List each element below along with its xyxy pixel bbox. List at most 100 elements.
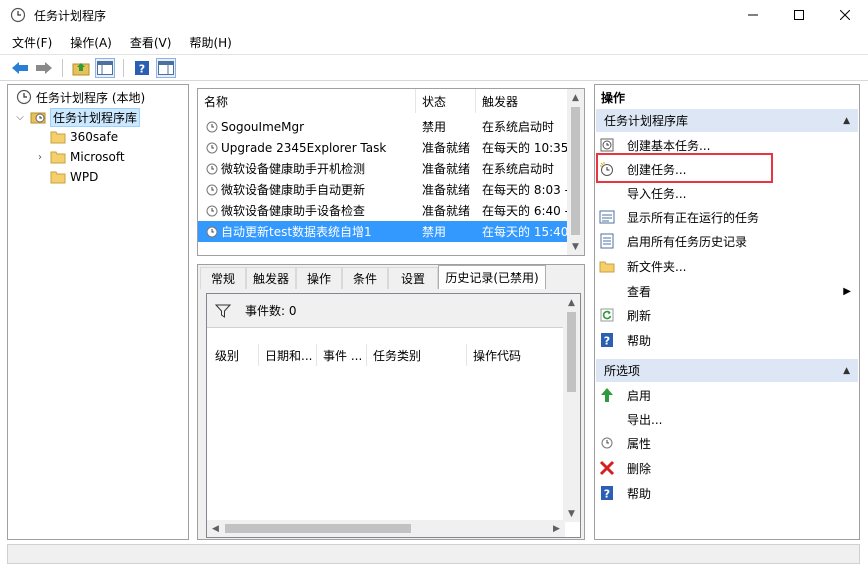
menu-help[interactable]: 帮助(H) — [177, 34, 237, 51]
scrollbar-thumb[interactable] — [225, 524, 411, 533]
task-list: 名称 状态 触发器 SogouImeMgr 禁用 在系统启动时 Upgrade … — [197, 88, 585, 256]
action-label: 查看 — [627, 284, 652, 299]
properties-clock-icon — [599, 435, 615, 451]
task-row[interactable]: 微软设备健康助手开机检测 准备就绪 在系统启动时 — [198, 158, 568, 179]
task-row[interactable]: 微软设备健康助手设备检查 准备就绪 在每天的 6:40 - — [198, 200, 568, 221]
section-title: 所选项 — [604, 364, 641, 378]
action-label: 启用所有任务历史记录 — [627, 234, 748, 249]
task-clock-icon — [206, 142, 218, 153]
tree-node-library[interactable]: ⌵ 任务计划程序库 — [14, 107, 141, 127]
scrollbar-thumb[interactable] — [571, 107, 580, 235]
task-status: 准备就绪 — [422, 141, 471, 155]
column-header-trigger[interactable]: 触发器 — [476, 89, 568, 113]
tree-node-360safe[interactable]: 360safe — [34, 127, 118, 147]
task-status: 禁用 — [422, 120, 447, 134]
tab-general[interactable]: 常规 — [200, 267, 246, 289]
history-column-event[interactable]: 事件 ... — [317, 344, 367, 366]
action-enable-history[interactable]: 启用所有任务历史记录 — [599, 230, 855, 252]
minimize-button[interactable] — [730, 0, 776, 30]
history-column-level[interactable]: 级别 — [209, 344, 259, 366]
tab-history[interactable]: 历史记录(已禁用) — [438, 265, 546, 289]
chevron-right-icon[interactable]: › — [34, 152, 46, 163]
collapse-up-icon[interactable]: ▲ — [843, 366, 850, 376]
scroll-right-icon[interactable]: ▶ — [548, 520, 565, 537]
history-log-icon — [599, 233, 615, 249]
task-row[interactable]: SogouImeMgr 禁用 在系统启动时 — [198, 116, 568, 137]
up-folder-button[interactable] — [71, 58, 91, 78]
task-name: 自动更新test数据表统自增1 — [221, 225, 372, 239]
action-label: 显示所有正在运行的任务 — [627, 210, 760, 225]
task-folder-icon — [30, 112, 46, 124]
scroll-up-icon[interactable]: ▲ — [567, 89, 584, 106]
task-detail-pane: 常规 触发器 操作 条件 设置 历史记录(已禁用) 事件数: 0 级别 日期和.… — [197, 264, 585, 540]
tree-node-wpd[interactable]: WPD — [34, 167, 98, 187]
svg-text:?: ? — [604, 335, 610, 348]
running-tasks-icon — [599, 209, 615, 225]
task-row[interactable]: Upgrade 2345Explorer Task 准备就绪 在每天的 10:3… — [198, 137, 568, 158]
task-trigger: 在每天的 8:03 - — [482, 183, 568, 197]
scroll-down-icon[interactable]: ▼ — [563, 505, 580, 522]
create-basic-task-icon — [599, 137, 615, 153]
tab-conditions[interactable]: 条件 — [342, 267, 388, 289]
task-clock-icon — [206, 163, 218, 174]
tab-triggers[interactable]: 触发器 — [246, 267, 296, 289]
actions-section-selected-item[interactable]: 所选项 ▲ — [596, 359, 858, 382]
tab-settings[interactable]: 设置 — [388, 267, 438, 289]
action-refresh[interactable]: 刷新 — [599, 304, 855, 326]
action-label: 属性 — [627, 436, 652, 451]
action-view[interactable]: 查看 ▶ — [599, 280, 855, 302]
scroll-down-icon[interactable]: ▼ — [567, 238, 584, 255]
history-column-date[interactable]: 日期和... — [259, 344, 317, 366]
scrollbar-thumb[interactable] — [567, 312, 576, 392]
action-new-folder[interactable]: 新文件夹... — [599, 255, 855, 277]
show-hide-action-pane-button[interactable] — [156, 57, 176, 78]
scroll-left-icon[interactable]: ◀ — [207, 520, 224, 537]
history-column-task-category[interactable]: 任务类别 — [367, 344, 467, 366]
scroll-up-icon[interactable]: ▲ — [563, 294, 580, 311]
task-row-selected[interactable]: 自动更新test数据表统自增1 禁用 在每天的 15:40 — [198, 221, 568, 242]
task-row[interactable]: 微软设备健康助手自动更新 准备就绪 在每天的 8:03 - — [198, 179, 568, 200]
action-delete[interactable]: 删除 — [599, 457, 855, 479]
menu-file[interactable]: 文件(F) — [0, 34, 58, 51]
history-vertical-scrollbar[interactable]: ▲ ▼ — [563, 294, 580, 522]
action-export[interactable]: 导出... — [599, 408, 855, 430]
task-list-scrollbar[interactable]: ▲ ▼ — [567, 89, 584, 255]
action-import-task[interactable]: 导入任务... — [599, 182, 855, 204]
console-tree: 任务计划程序 (本地) ⌵ 任务计划程序库 360safe › Microsof… — [7, 84, 189, 540]
action-enable[interactable]: 启用 — [599, 384, 855, 406]
column-header-status[interactable]: 状态 — [416, 89, 476, 113]
back-button[interactable] — [10, 58, 30, 78]
section-title: 任务计划程序库 — [604, 114, 689, 128]
action-help[interactable]: ? 帮助 — [599, 329, 855, 351]
action-display-running-tasks[interactable]: 显示所有正在运行的任务 — [599, 206, 855, 228]
actions-section-library[interactable]: 任务计划程序库 ▲ — [596, 109, 858, 132]
minimize-icon — [748, 14, 758, 16]
maximize-button[interactable] — [776, 0, 822, 30]
view-icon — [599, 283, 615, 299]
folder-icon — [50, 171, 66, 184]
history-horizontal-scrollbar[interactable]: ◀ ▶ — [207, 520, 565, 537]
show-hide-console-tree-button[interactable] — [95, 57, 115, 78]
chevron-down-icon[interactable]: ⌵ — [14, 112, 26, 123]
menu-action[interactable]: 操作(A) — [58, 34, 118, 51]
action-help-selected[interactable]: ? 帮助 — [599, 482, 855, 504]
history-column-opcode[interactable]: 操作代码 — [467, 344, 565, 366]
tree-root-label: 任务计划程序 (本地) — [36, 90, 146, 105]
help-toolbar-button[interactable]: ? — [132, 58, 152, 78]
submenu-arrow-icon: ▶ — [843, 285, 851, 297]
column-header-name[interactable]: 名称 — [198, 89, 416, 113]
collapse-up-icon[interactable]: ▲ — [843, 116, 850, 126]
action-properties[interactable]: 属性 — [599, 432, 855, 454]
forward-button[interactable] — [34, 58, 54, 78]
tab-actions[interactable]: 操作 — [296, 267, 342, 289]
filter-icon[interactable] — [215, 304, 231, 318]
action-label: 帮助 — [627, 333, 652, 348]
menu-view[interactable]: 查看(V) — [118, 34, 178, 51]
task-name: 微软设备健康助手开机检测 — [221, 162, 366, 176]
tree-root-node[interactable]: 任务计划程序 (本地) — [12, 87, 145, 107]
tree-node-microsoft[interactable]: › Microsoft — [34, 147, 125, 167]
close-button[interactable] — [822, 0, 868, 30]
action-label: 删除 — [627, 461, 652, 476]
task-trigger: 在每天的 15:40 — [482, 225, 568, 239]
menu-bar: 文件(F) 操作(A) 查看(V) 帮助(H) — [0, 32, 238, 52]
